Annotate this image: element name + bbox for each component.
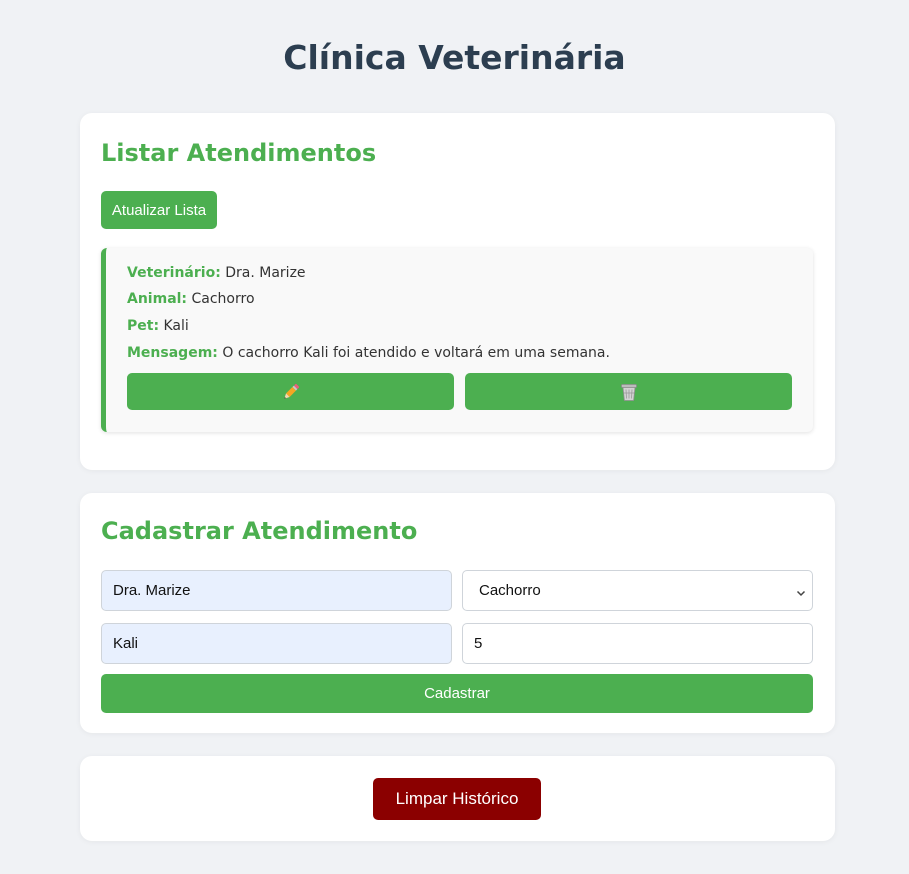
veterinarian-input[interactable] xyxy=(101,570,452,611)
record-vet-label: Veterinário: xyxy=(127,265,221,281)
chevron-down-icon xyxy=(796,585,806,602)
animal-select[interactable]: Cachorro xyxy=(462,570,813,611)
register-card: Cadastrar Atendimento Cachorro Cadastrar xyxy=(80,493,835,733)
pencil-icon xyxy=(281,382,301,402)
delete-record-button[interactable] xyxy=(465,373,792,410)
clear-history-card: Limpar Histórico xyxy=(80,756,835,841)
animal-select-value: Cachorro xyxy=(479,582,541,599)
record-pet-value: Kali xyxy=(163,318,189,334)
pet-name-input[interactable] xyxy=(101,623,452,664)
record-vet-line: Veterinário: Dra. Marize xyxy=(127,265,306,281)
page-title: Clínica Veterinária xyxy=(283,38,626,77)
record-pet-label: Pet: xyxy=(127,318,160,334)
list-card: Listar Atendimentos Atualizar Lista Vete… xyxy=(80,113,835,470)
record-vet-value: Dra. Marize xyxy=(225,265,306,281)
pet-age-input[interactable] xyxy=(462,623,813,664)
record-animal-value: Cachorro xyxy=(191,291,255,307)
register-heading: Cadastrar Atendimento xyxy=(101,517,418,545)
record-message-label: Mensagem: xyxy=(127,345,218,361)
register-button[interactable]: Cadastrar xyxy=(101,674,813,713)
list-heading: Listar Atendimentos xyxy=(101,139,377,167)
clear-history-button[interactable]: Limpar Histórico xyxy=(373,778,541,820)
record-message-line: Mensagem: O cachorro Kali foi atendido e… xyxy=(127,345,610,361)
record-message-value: O cachorro Kali foi atendido e voltará e… xyxy=(222,345,610,361)
record-animal-label: Animal: xyxy=(127,291,188,307)
record-animal-line: Animal: Cachorro xyxy=(127,291,255,307)
edit-record-button[interactable] xyxy=(127,373,454,410)
refresh-list-button[interactable]: Atualizar Lista xyxy=(101,191,217,229)
appointment-record: Veterinário: Dra. Marize Animal: Cachorr… xyxy=(101,248,813,432)
record-pet-line: Pet: Kali xyxy=(127,318,189,334)
wastebasket-icon xyxy=(619,382,639,402)
